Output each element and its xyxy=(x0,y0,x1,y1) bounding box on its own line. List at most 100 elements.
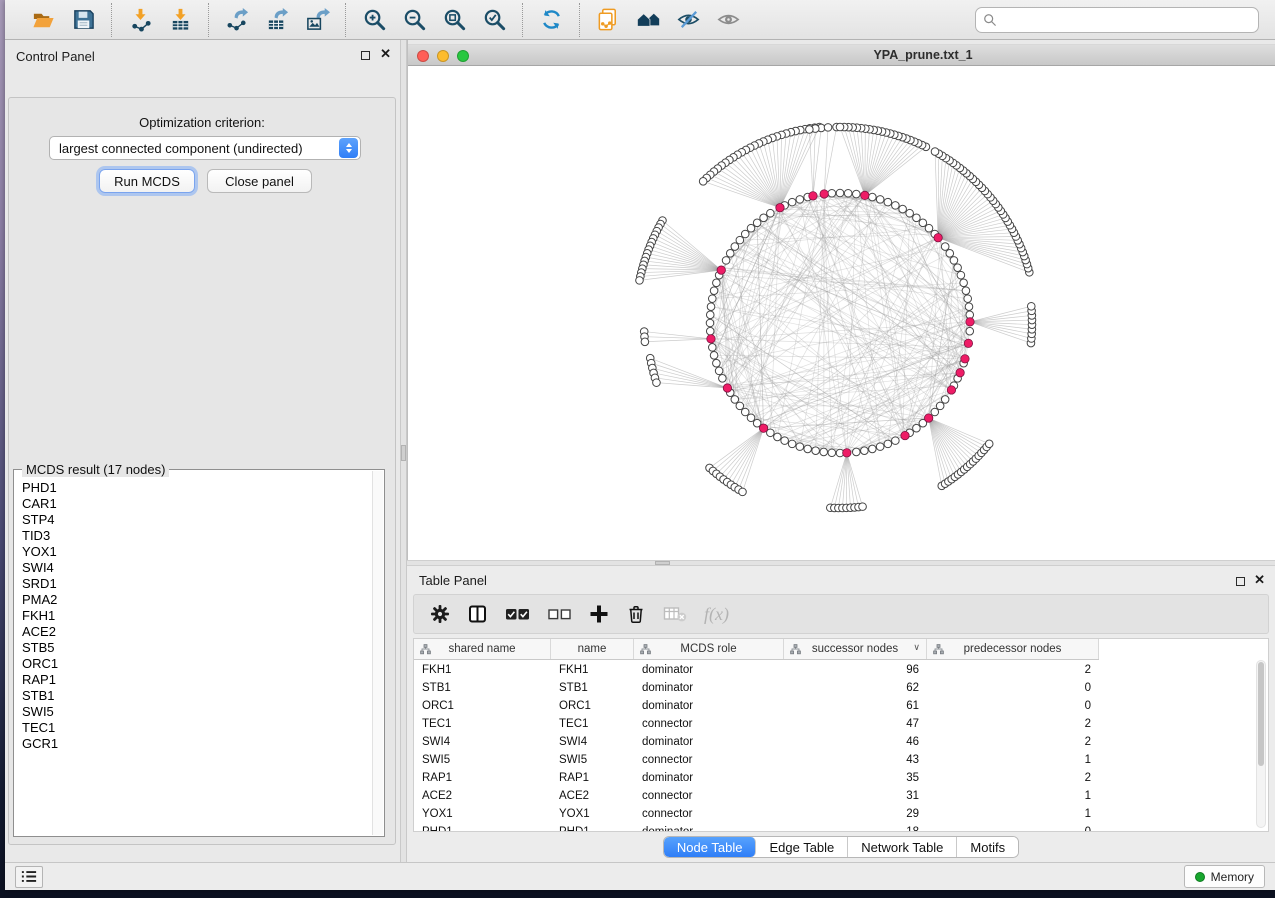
graph-node[interactable] xyxy=(931,408,939,416)
graph-node[interactable] xyxy=(876,443,884,451)
graph-node-mcds[interactable] xyxy=(717,266,725,274)
graph-node[interactable] xyxy=(941,396,949,404)
graph-node[interactable] xyxy=(713,279,721,287)
graph-node[interactable] xyxy=(804,445,812,453)
save-session-button[interactable] xyxy=(67,5,99,35)
graph-node[interactable] xyxy=(946,250,954,258)
bottom-tab-node-table[interactable]: Node Table xyxy=(664,837,757,857)
graph-node-mcds[interactable] xyxy=(924,414,932,422)
graph-node[interactable] xyxy=(936,402,944,410)
control-panel-float-button[interactable] xyxy=(361,51,370,60)
table-cell[interactable]: 2 xyxy=(927,716,1099,732)
apply-layout-button[interactable] xyxy=(535,5,567,35)
table-cell[interactable]: ORC1 xyxy=(551,698,634,714)
add-column-button[interactable] xyxy=(589,602,609,626)
horizontal-splitter-grip[interactable] xyxy=(655,561,670,565)
bottom-tab-motifs[interactable]: Motifs xyxy=(957,837,1018,857)
graph-node[interactable] xyxy=(899,205,907,213)
graph-node[interactable] xyxy=(913,424,921,432)
graph-node[interactable] xyxy=(913,214,921,222)
close-panel-button[interactable]: Close panel xyxy=(207,169,312,193)
graph-node[interactable] xyxy=(852,448,860,456)
table-panel-close-button[interactable]: ✕ xyxy=(1254,573,1265,587)
export-network-button[interactable] xyxy=(221,5,253,35)
export-image-button[interactable] xyxy=(301,5,333,35)
table-cell[interactable]: dominator xyxy=(634,734,784,750)
graph-node[interactable] xyxy=(919,219,927,227)
show-columns-button[interactable] xyxy=(467,602,488,626)
graph-node[interactable] xyxy=(715,367,723,375)
graph-node[interactable] xyxy=(812,447,820,455)
graph-node[interactable] xyxy=(828,449,836,457)
table-cell[interactable]: 29 xyxy=(784,806,927,822)
table-cell[interactable]: TEC1 xyxy=(551,716,634,732)
graph-node[interactable] xyxy=(726,250,734,258)
table-row[interactable]: FKH1FKH1dominator962 xyxy=(414,662,1099,678)
mcds-result-item[interactable]: PHD1 xyxy=(22,480,372,496)
table-cell[interactable]: FKH1 xyxy=(551,662,634,678)
table-cell[interactable]: 1 xyxy=(927,788,1099,804)
graph-node[interactable] xyxy=(741,408,749,416)
graph-node[interactable] xyxy=(636,277,644,285)
table-cell[interactable]: connector xyxy=(634,788,784,804)
graph-node[interactable] xyxy=(962,287,970,295)
graph-node-mcds[interactable] xyxy=(964,339,972,347)
table-row[interactable]: TEC1TEC1connector472 xyxy=(414,716,1099,732)
graph-node[interactable] xyxy=(710,352,718,360)
window-maximize-traffic-light[interactable] xyxy=(457,50,469,62)
search-input[interactable] xyxy=(1002,10,1251,30)
column-header-shared-name[interactable]: shared name xyxy=(414,639,551,659)
import-network-button[interactable] xyxy=(124,5,156,35)
table-cell[interactable]: TEC1 xyxy=(414,716,551,732)
graph-node[interactable] xyxy=(788,440,796,448)
table-cell[interactable]: 46 xyxy=(784,734,927,750)
graph-node[interactable] xyxy=(884,440,892,448)
graph-node-mcds[interactable] xyxy=(956,369,964,377)
delete-columns-button[interactable] xyxy=(626,602,646,626)
graph-node[interactable] xyxy=(710,287,718,295)
mcds-result-item[interactable]: TEC1 xyxy=(22,720,372,736)
table-cell[interactable]: 31 xyxy=(784,788,927,804)
zoom-out-button[interactable] xyxy=(398,5,430,35)
graph-node[interactable] xyxy=(731,396,739,404)
graph-node[interactable] xyxy=(861,447,869,455)
graph-node[interactable] xyxy=(836,123,844,131)
graph-node-mcds[interactable] xyxy=(820,190,828,198)
graph-node[interactable] xyxy=(966,327,974,335)
table-cell[interactable]: 1 xyxy=(927,752,1099,768)
table-cell[interactable]: STB1 xyxy=(551,680,634,696)
graph-node[interactable] xyxy=(859,503,867,511)
mcds-result-item[interactable]: GCR1 xyxy=(22,736,372,752)
table-cell[interactable]: SWI4 xyxy=(414,734,551,750)
graph-node[interactable] xyxy=(709,344,717,352)
show-panels-menu-button[interactable] xyxy=(15,866,43,888)
table-cell[interactable]: 96 xyxy=(784,662,927,678)
graph-node[interactable] xyxy=(828,189,836,197)
vertical-splitter-grip[interactable] xyxy=(401,445,406,461)
table-cell[interactable]: ACE2 xyxy=(551,788,634,804)
export-table-button[interactable] xyxy=(261,5,293,35)
graph-node[interactable] xyxy=(788,198,796,206)
graph-node-mcds[interactable] xyxy=(723,384,731,392)
table-cell[interactable]: connector xyxy=(634,806,784,822)
run-mcds-button[interactable]: Run MCDS xyxy=(99,169,195,193)
mcds-result-item[interactable]: YOX1 xyxy=(22,544,372,560)
graph-node[interactable] xyxy=(774,433,782,441)
graph-node[interactable] xyxy=(796,196,804,204)
table-cell[interactable]: dominator xyxy=(634,698,784,714)
zoom-selected-button[interactable] xyxy=(478,5,510,35)
table-cell[interactable]: STB1 xyxy=(414,680,551,696)
mcds-result-item[interactable]: STB1 xyxy=(22,688,372,704)
graph-node[interactable] xyxy=(964,295,972,303)
open-file-button[interactable] xyxy=(27,5,59,35)
table-cell[interactable]: SWI4 xyxy=(551,734,634,750)
mcds-result-item[interactable]: SRD1 xyxy=(22,576,372,592)
graph-node[interactable] xyxy=(741,230,749,238)
graph-node[interactable] xyxy=(820,448,828,456)
table-row[interactable]: RAP1RAP1dominator352 xyxy=(414,770,1099,786)
graph-node[interactable] xyxy=(719,375,727,383)
graph-node-mcds[interactable] xyxy=(776,203,784,211)
mcds-result-item[interactable]: ACE2 xyxy=(22,624,372,640)
vertical-splitter[interactable] xyxy=(400,40,407,862)
column-header-mcds-role[interactable]: MCDS role xyxy=(634,639,784,659)
